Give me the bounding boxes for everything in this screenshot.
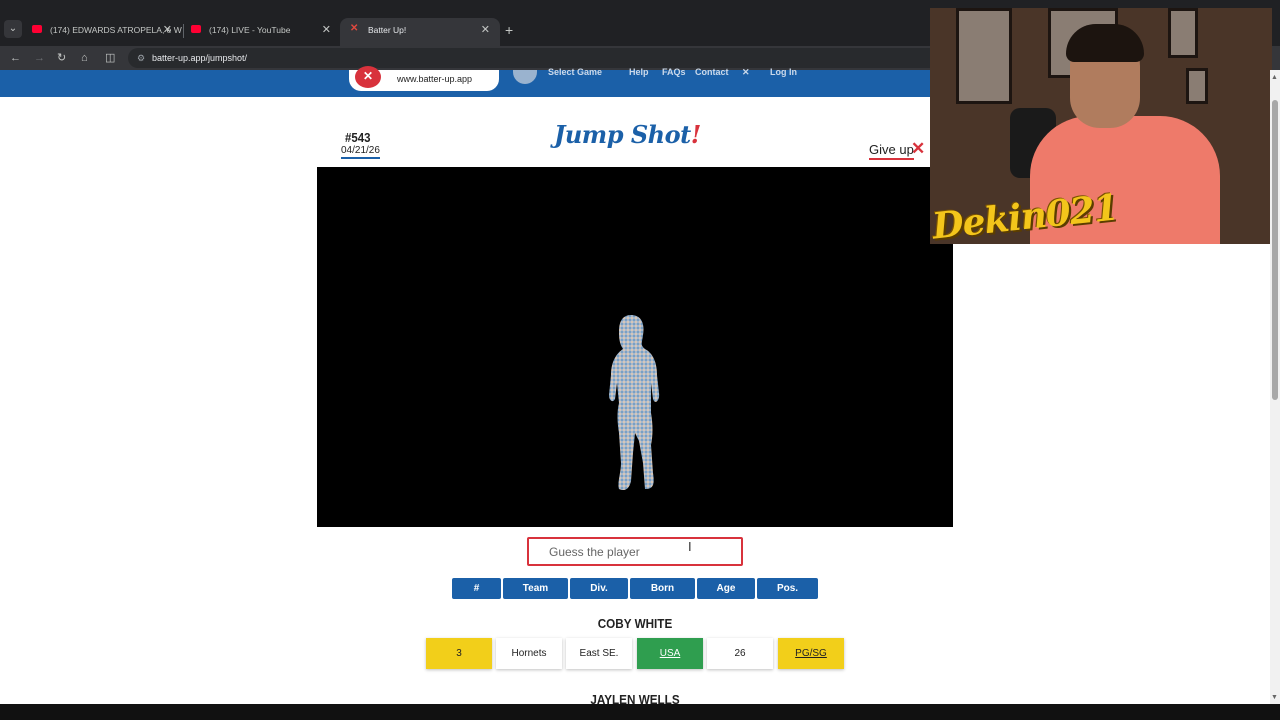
nav-faqs[interactable]: FAQs	[662, 68, 686, 77]
new-tab-button[interactable]: +	[505, 18, 513, 42]
tab-search-chevron-icon[interactable]: ⌄	[4, 20, 22, 38]
puzzle-number: #543	[345, 130, 371, 145]
browser-tab-2[interactable]: (174) LIVE - YouTube ✕	[181, 18, 341, 46]
guess-cell-age: 26	[707, 638, 773, 669]
tab-label: (174) LIVE - YouTube	[209, 25, 291, 35]
guess-cell-number: 3	[426, 638, 492, 669]
taskbar-edge	[0, 704, 1280, 720]
column-division: Div.	[570, 578, 628, 599]
game-title-text: Jump Shot	[554, 120, 691, 149]
browser-tab-active[interactable]: ✕ Batter Up! ✕	[340, 18, 500, 46]
nav-select-game[interactable]: Select Game	[548, 68, 602, 77]
nav-help[interactable]: Help	[629, 68, 649, 77]
player-silhouette-stage	[317, 167, 953, 527]
column-born: Born	[630, 578, 695, 599]
tab-label: Batter Up!	[368, 25, 407, 35]
column-team: Team	[503, 578, 568, 599]
back-arrow-icon[interactable]: ←	[10, 50, 21, 66]
baseball-logo-icon: ✕	[355, 66, 381, 88]
column-position: Pos.	[757, 578, 818, 599]
site-info-icon[interactable]: ⚙	[137, 48, 145, 68]
wall-poster	[956, 8, 1012, 104]
select-game-icon[interactable]	[513, 70, 537, 84]
guess-player-input[interactable]	[529, 539, 741, 564]
youtube-icon	[32, 25, 42, 33]
youtube-icon	[191, 25, 201, 33]
guess-cell-born[interactable]: USA	[637, 638, 703, 669]
nav-contact[interactable]: Contact	[695, 68, 729, 77]
scroll-up-icon[interactable]: ▲	[1271, 74, 1278, 81]
game-header: #543 04/21/26 Jump Shot! Give up ✕	[317, 118, 953, 166]
close-tab-icon[interactable]: ✕	[481, 18, 490, 42]
user-icon[interactable]: ✕	[742, 68, 750, 77]
column-number: #	[452, 578, 501, 599]
split-view-icon[interactable]: ◫	[105, 50, 115, 66]
player-silhouette-image	[609, 315, 660, 491]
guess-cell-team: Hornets	[496, 638, 562, 669]
scroll-down-icon[interactable]: ▼	[1271, 694, 1278, 701]
batter-up-icon: ✕	[350, 23, 359, 34]
wall-poster	[1168, 8, 1198, 58]
give-up-button[interactable]: Give up	[869, 142, 914, 160]
nav-log-in[interactable]: Log In	[770, 68, 797, 77]
close-tab-icon[interactable]: ✕	[322, 18, 331, 42]
give-up-x-icon[interactable]: ✕	[911, 140, 925, 158]
text-cursor-icon: I	[688, 539, 692, 554]
guess-cell-division: East SE.	[566, 638, 632, 669]
url-text: batter-up.app/jumpshot/	[152, 53, 248, 63]
guess-player-name: COBY WHITE	[597, 616, 673, 631]
wall-poster	[1186, 68, 1208, 104]
guess-cell-position[interactable]: PG/SG	[778, 638, 844, 669]
close-tab-icon[interactable]: ✕	[163, 18, 172, 42]
logo-url-text: www.batter-up.app	[397, 74, 473, 84]
reload-icon[interactable]: ↻	[57, 50, 66, 66]
scrollbar-thumb[interactable]	[1272, 100, 1278, 400]
site-logo[interactable]: ✕ www.batter-up.app	[349, 66, 499, 91]
game-title: Jump Shot!	[554, 120, 701, 149]
guess-input-wrapper	[527, 537, 743, 566]
streamer-hair	[1066, 24, 1144, 62]
forward-arrow-icon[interactable]: →	[34, 50, 45, 66]
puzzle-date[interactable]: 04/21/26	[341, 145, 380, 159]
column-age: Age	[697, 578, 755, 599]
game-title-bang: !	[690, 120, 702, 149]
address-bar[interactable]: ⚙ batter-up.app/jumpshot/	[128, 48, 948, 68]
home-icon[interactable]: ⌂	[81, 50, 88, 66]
browser-tab-1[interactable]: (174) EDWARDS ATROPELA, e W ✕	[22, 18, 182, 46]
